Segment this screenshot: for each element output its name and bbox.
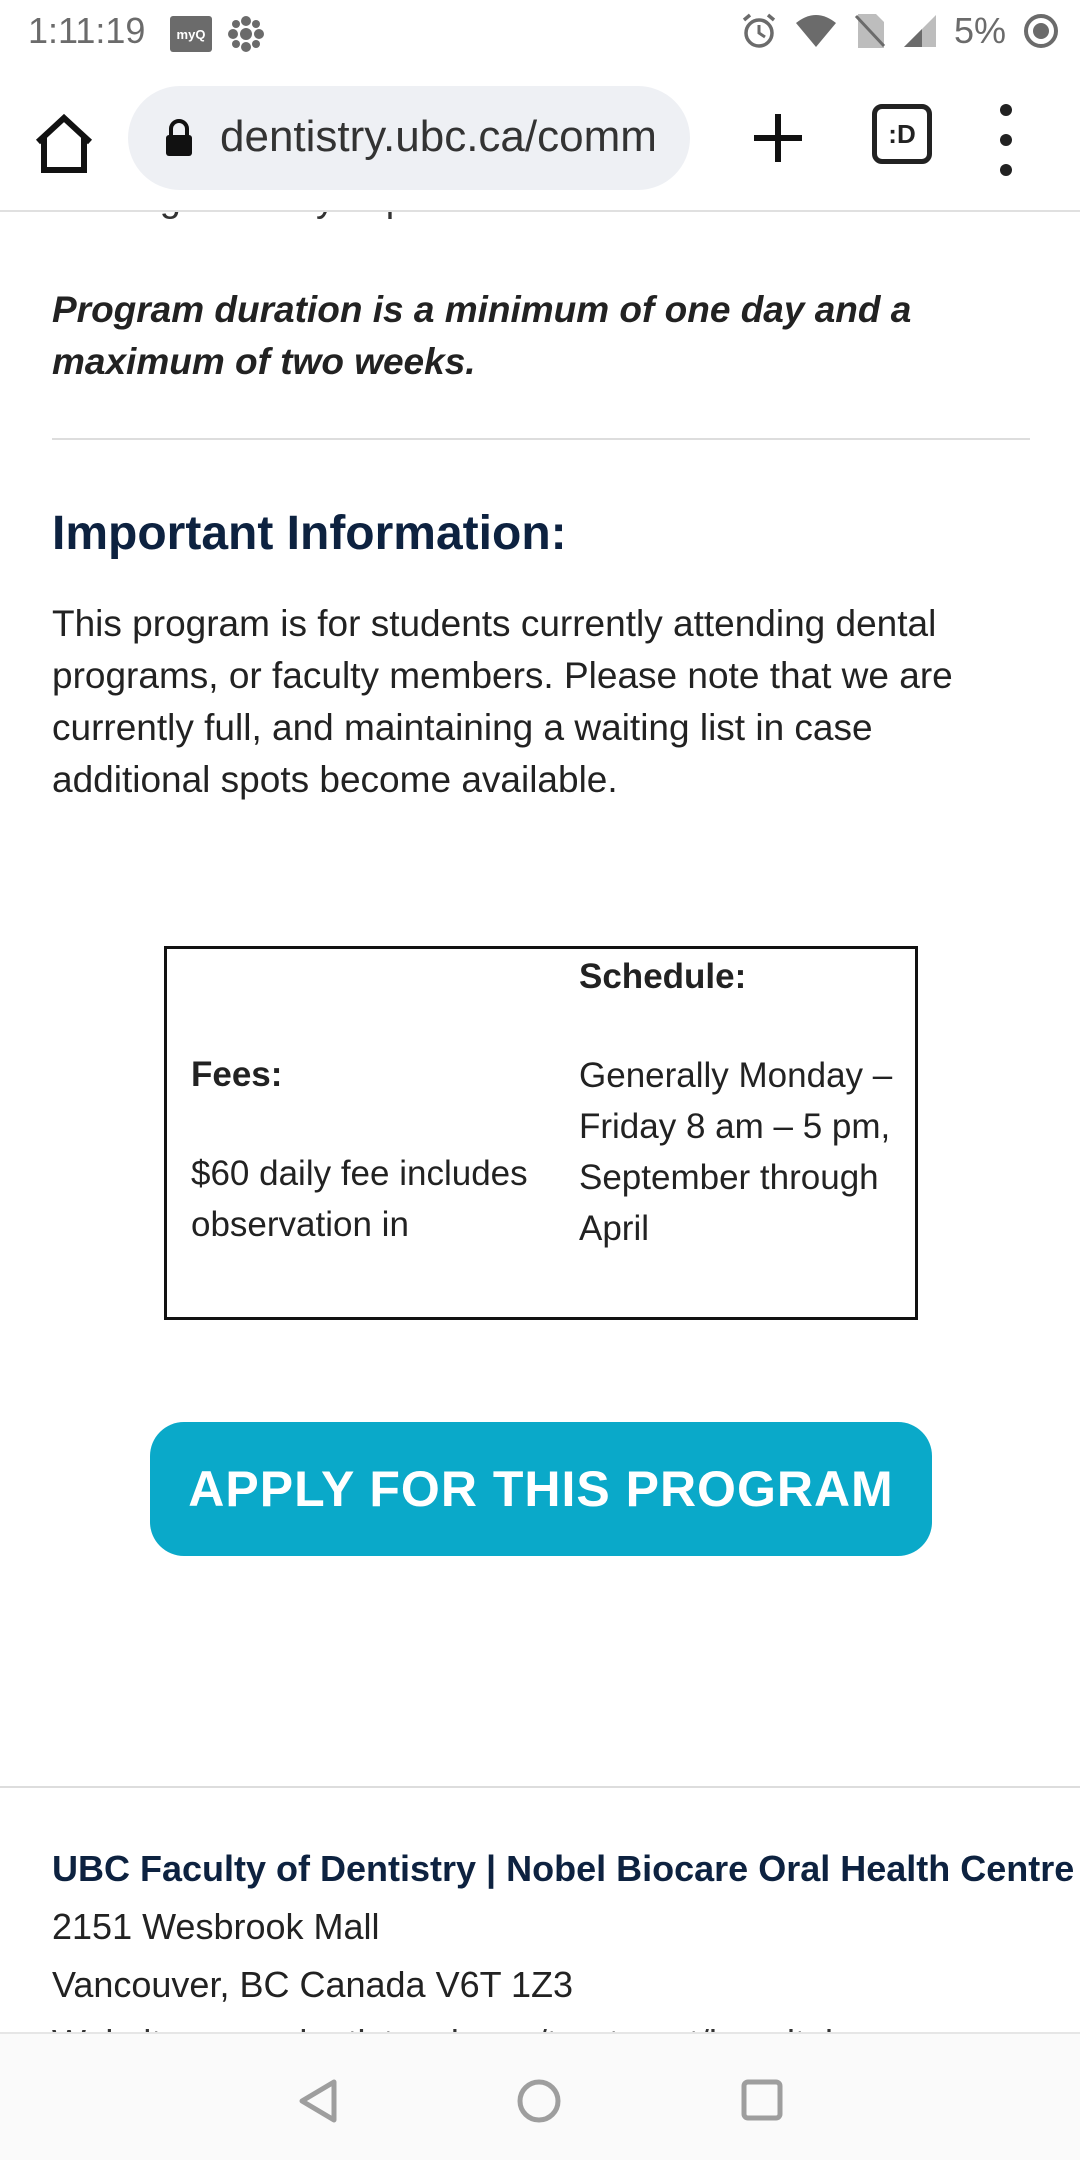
fees-spacer	[191, 949, 531, 1049]
fees-column: Fees: $60 daily fee includes observation…	[191, 949, 531, 1250]
lock-icon	[166, 119, 192, 156]
no-sim-icon	[854, 14, 886, 48]
schedule-gap	[579, 1002, 915, 1050]
apply-button[interactable]: APPLY FOR THIS PROGRAM	[150, 1422, 932, 1556]
more-options-icon[interactable]	[986, 104, 1026, 176]
navigation-bar	[0, 2032, 1080, 2160]
tab-switcher-button[interactable]: :D	[872, 104, 932, 164]
home-icon[interactable]	[28, 108, 100, 180]
page-content: existing dentistry experience. Program d…	[0, 212, 1080, 2032]
new-tab-icon[interactable]	[746, 106, 810, 170]
cut-off-text: existing dentistry experience.	[52, 212, 542, 221]
footer-title: UBC Faculty of Dentistry | Nobel Biocare…	[52, 1848, 1075, 1889]
important-info-body: This program is for students currently a…	[52, 603, 953, 800]
menu-dot	[1000, 134, 1012, 146]
footer-address-line1: 2151 Wesbrook Mall	[52, 1906, 380, 1947]
section-divider	[52, 438, 1030, 440]
fees-gap	[191, 1100, 531, 1148]
schedule-text: Generally Monday – Friday 8 am – 5 pm, S…	[579, 1056, 893, 1248]
wifi-icon	[795, 15, 836, 47]
footer-website-line[interactable]: Website: www.dentistry.ubc.ca/treatment/…	[52, 2022, 833, 2032]
battery-percent: 5%	[953, 10, 1006, 51]
menu-dot	[1000, 164, 1012, 176]
footer-address-line2: Vancouver, BC Canada V6T 1Z3	[52, 1964, 573, 2005]
home-nav-icon[interactable]	[516, 2078, 562, 2124]
program-duration: Program duration is a minimum of one day…	[52, 289, 912, 382]
back-icon[interactable]	[296, 2078, 342, 2124]
signal-icon	[903, 15, 936, 47]
schedule-heading: Schedule:	[579, 957, 747, 996]
cbc-icon	[228, 16, 264, 52]
myq-icon: myQ	[170, 16, 212, 52]
footer-divider	[0, 1786, 1080, 1788]
status-bar: 1:11:19 myQ 5%	[0, 0, 1080, 64]
status-icons-right: 5%	[740, 10, 1060, 52]
fees-schedule-table: Fees: $60 daily fee includes observation…	[164, 946, 918, 1320]
browser-toolbar: dentistry.ubc.ca/comm :D	[0, 64, 1080, 212]
schedule-column: Schedule: Generally Monday – Friday 8 am…	[579, 949, 915, 1254]
important-info-title: Important Information:	[52, 507, 567, 560]
url-text: dentistry.ubc.ca/comm	[220, 112, 657, 161]
status-icons-left: myQ	[170, 14, 266, 54]
recent-apps-icon[interactable]	[740, 2078, 784, 2122]
fees-heading: Fees:	[191, 1055, 283, 1094]
fees-text: $60 daily fee includes observation in	[191, 1154, 528, 1244]
menu-dot	[1000, 104, 1012, 116]
alarm-icon	[742, 13, 776, 48]
status-time: 1:11:19	[28, 10, 146, 51]
battery-saver-icon	[1024, 14, 1058, 48]
url-bar[interactable]: dentistry.ubc.ca/comm	[128, 86, 690, 190]
